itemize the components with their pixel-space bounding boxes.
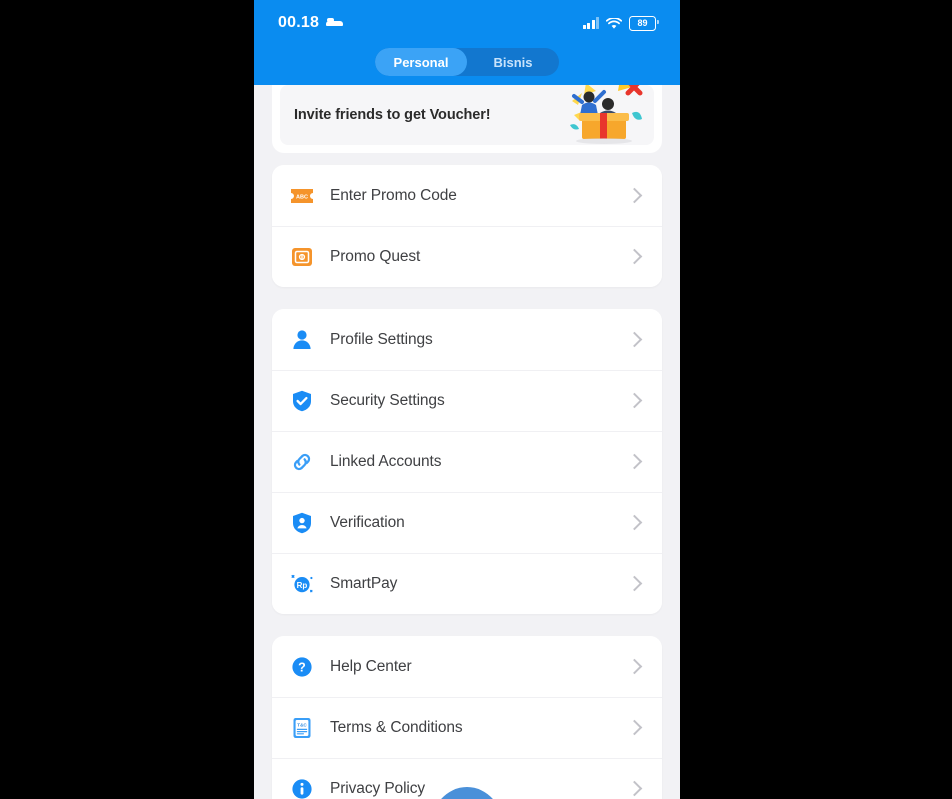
menu-item-smartpay[interactable]: Rp SmartPay — [272, 553, 662, 614]
menu-label: Terms & Conditions — [330, 718, 463, 736]
menu-label: Linked Accounts — [330, 452, 442, 470]
chevron-right-icon — [626, 331, 643, 348]
status-bar-left: 00.18 — [278, 14, 344, 32]
menu-label: Profile Settings — [330, 330, 433, 348]
chevron-right-icon — [626, 248, 643, 265]
menu-item-profile-settings[interactable]: Profile Settings — [272, 309, 662, 370]
chevron-right-icon — [626, 187, 643, 204]
battery-level: 89 — [637, 17, 648, 28]
wifi-icon — [605, 17, 623, 29]
app-header: 00.18 89 Personal Bisnis — [254, 0, 680, 85]
bed-icon — [326, 17, 344, 29]
chevron-right-icon — [626, 719, 643, 736]
svg-text:Rp: Rp — [297, 580, 308, 589]
settings-scroll-area[interactable]: Invite friends to get Voucher! ABC Enter… — [254, 85, 680, 799]
status-time: 00.18 — [278, 14, 320, 31]
invite-voucher-title: Invite friends to get Voucher! — [294, 107, 491, 123]
menu-label: SmartPay — [330, 574, 398, 592]
gift-box-illustration — [562, 85, 648, 145]
menu-label: Promo Quest — [330, 247, 421, 265]
menu-item-linked-accounts[interactable]: Linked Accounts — [272, 431, 662, 492]
menu-item-enter-promo-code[interactable]: ABC Enter Promo Code — [272, 165, 662, 226]
menu-item-help-center[interactable]: ? Help Center — [272, 636, 662, 697]
account-type-toggle[interactable]: Personal Bisnis — [375, 48, 559, 76]
svg-text:ABC: ABC — [296, 194, 308, 200]
battery-icon: 89 — [629, 15, 659, 31]
menu-item-verification[interactable]: Verification — [272, 492, 662, 553]
chevron-right-icon — [626, 575, 643, 592]
menu-item-security-settings[interactable]: Security Settings — [272, 370, 662, 431]
status-bar: 00.18 89 — [254, 0, 680, 36]
invite-voucher-inner[interactable]: Invite friends to get Voucher! — [280, 85, 654, 145]
chevron-right-icon — [626, 514, 643, 531]
status-bar-right: 89 — [582, 15, 659, 31]
account-group-card: Profile Settings Security Settings Linke… — [272, 309, 662, 614]
menu-label: Help Center — [330, 657, 412, 675]
promo-group-card: ABC Enter Promo Code Promo Quest — [272, 165, 662, 287]
invite-voucher-banner[interactable]: Invite friends to get Voucher! — [272, 85, 662, 153]
info-circle-icon — [288, 775, 316, 799]
screenshot-frame: 00.18 89 Personal Bisnis Invite friends … — [0, 0, 952, 799]
chevron-right-icon — [626, 658, 643, 675]
rupiah-circle-icon: Rp — [288, 570, 316, 598]
document-tc-icon: T&C — [288, 714, 316, 742]
menu-label: Verification — [330, 513, 405, 531]
svg-text:T&C: T&C — [297, 722, 307, 727]
tab-personal[interactable]: Personal — [375, 48, 467, 76]
person-icon — [288, 326, 316, 354]
svg-text:?: ? — [298, 660, 306, 674]
chain-link-icon — [288, 448, 316, 476]
chevron-right-icon — [626, 392, 643, 409]
phone-viewport: 00.18 89 Personal Bisnis Invite friends … — [254, 0, 680, 799]
support-group-card: ? Help Center T&C Terms & Conditions Pri… — [272, 636, 662, 799]
menu-item-promo-quest[interactable]: Promo Quest — [272, 226, 662, 287]
chevron-right-icon — [626, 453, 643, 470]
menu-item-terms-conditions[interactable]: T&C Terms & Conditions — [272, 697, 662, 758]
promo-ticket-icon: ABC — [288, 182, 316, 210]
menu-label: Security Settings — [330, 391, 445, 409]
menu-label: Enter Promo Code — [330, 186, 457, 204]
signal-bars-icon — [582, 17, 599, 29]
shield-person-icon — [288, 509, 316, 537]
chevron-right-icon — [626, 780, 643, 797]
shield-check-icon — [288, 387, 316, 415]
question-circle-icon: ? — [288, 653, 316, 681]
treasure-chest-icon — [288, 243, 316, 271]
tab-bisnis[interactable]: Bisnis — [467, 48, 559, 76]
